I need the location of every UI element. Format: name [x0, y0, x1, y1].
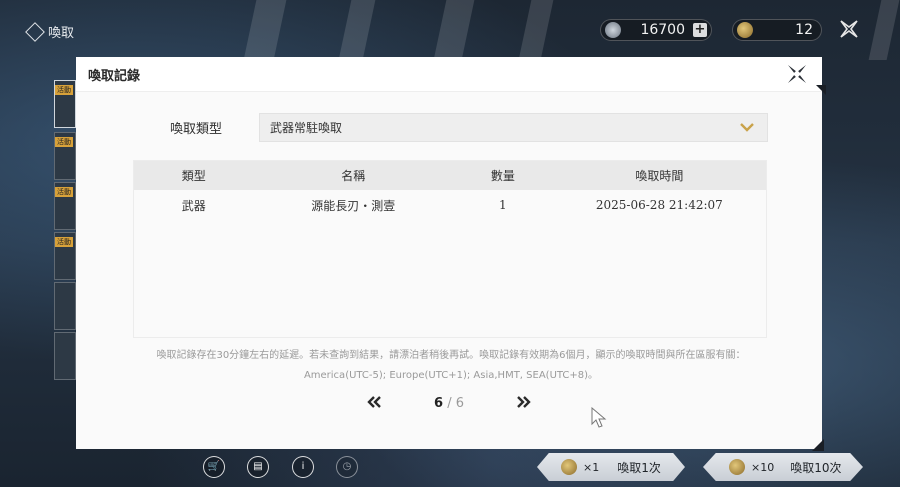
- notice-line-1: 喚取記錄存在30分鐘左右的延遲。若未查詢到結果，請漂泊者稍後再試。喚取記錄有效期…: [156, 350, 746, 361]
- rail-tag: 活動: [55, 85, 73, 95]
- currency-2-value: 12: [795, 22, 813, 38]
- coin-icon: [729, 459, 745, 475]
- rail-item[interactable]: [54, 332, 76, 380]
- page-title: 喚取: [25, 21, 75, 42]
- bg-stripe: [338, 0, 376, 60]
- page-indicator: 6 / 6: [434, 396, 464, 411]
- coin-currency-icon: [737, 22, 753, 38]
- page-separator: /: [447, 396, 452, 411]
- header-type: 類型: [181, 169, 206, 183]
- table-row: 武器 源能長刃・測壹 1 2025-06-28 21:42:07: [134, 190, 766, 220]
- coin-icon: [561, 459, 577, 475]
- modal-corner-decoration: [816, 85, 826, 95]
- pagination: 6 / 6: [76, 393, 822, 414]
- header-name: 名稱: [341, 169, 366, 183]
- modal-close-icon[interactable]: [786, 63, 808, 85]
- rail-tag: 活動: [55, 237, 73, 247]
- current-page: 6: [434, 396, 444, 411]
- close-icon[interactable]: [838, 18, 860, 46]
- cell-name: 源能長刃・測壹: [311, 198, 396, 213]
- pull-1-button[interactable]: ×1 喚取1次: [537, 453, 685, 481]
- pull-type-label: 喚取類型: [170, 122, 223, 137]
- currency-counter-1: 16700 +: [600, 19, 712, 41]
- modal-title: 喚取記錄: [88, 68, 141, 84]
- header-quantity: 數量: [490, 169, 515, 183]
- bg-stripe: [243, 0, 287, 60]
- currency-counter-2: 12: [732, 19, 822, 41]
- double-chevron-right-icon: [517, 396, 531, 408]
- pull-10-label: 喚取10次: [790, 460, 842, 475]
- modal-header: 喚取記錄: [76, 57, 822, 92]
- star-currency-icon: [605, 22, 621, 38]
- currency-1-value: 16700: [640, 22, 685, 38]
- rail-item[interactable]: 活動: [54, 232, 76, 280]
- rail-tag: 活動: [55, 137, 73, 147]
- history-table: 類型 名稱 數量 喚取時間 武器 源能長刃・測壹 1 2025-06-28 21…: [133, 160, 767, 338]
- prev-page-button[interactable]: [366, 393, 382, 414]
- pull-10-cost: ×10: [751, 460, 775, 474]
- pull-1-label: 喚取1次: [617, 460, 661, 475]
- history-icon[interactable]: ◷: [336, 456, 358, 478]
- rail-item[interactable]: 活動: [54, 182, 76, 230]
- shop-icon[interactable]: 🛒: [203, 456, 225, 478]
- total-pages: 6: [455, 396, 464, 411]
- page-title-text: 喚取: [48, 26, 75, 41]
- bg-stripe: [433, 0, 475, 60]
- record-icon[interactable]: ▤: [247, 456, 269, 478]
- mouse-cursor-icon: [591, 406, 607, 429]
- table-header: 類型 名稱 數量 喚取時間: [134, 161, 766, 190]
- cell-time: 2025-06-28 21:42:07: [595, 198, 723, 212]
- bg-stripe: [868, 0, 900, 60]
- header-time: 喚取時間: [635, 169, 684, 183]
- pull-type-value: 武器常駐喚取: [270, 121, 343, 135]
- bg-stripe: [518, 0, 554, 60]
- next-page-button[interactable]: [516, 393, 532, 414]
- info-icon[interactable]: i: [292, 456, 314, 478]
- rail-item[interactable]: 活動: [54, 80, 76, 128]
- diamond-icon: [25, 21, 45, 42]
- rail-tag: 活動: [55, 187, 73, 197]
- add-currency-button[interactable]: +: [693, 23, 707, 37]
- rail-item[interactable]: [54, 282, 76, 330]
- pull-1-cost: ×1: [583, 460, 600, 474]
- cell-type: 武器: [181, 198, 206, 213]
- pull-10-button[interactable]: ×10 喚取10次: [703, 453, 863, 481]
- rail-item[interactable]: 活動: [54, 132, 76, 180]
- double-chevron-left-icon: [367, 396, 381, 408]
- cell-quantity: 1: [499, 198, 507, 212]
- delay-notice: 喚取記錄存在30分鐘左右的延遲。若未查詢到結果，請漂泊者稍後再試。喚取記錄有效期…: [116, 346, 786, 386]
- modal-corner-decoration: [812, 439, 824, 451]
- chevron-down-icon: [739, 120, 755, 134]
- pull-history-modal: 喚取記錄 喚取類型 武器常駐喚取 類型 名稱 數量 喚取時間 武器 源能長刃・測…: [76, 57, 826, 451]
- notice-line-2: America(UTC-5); Europe(UTC+1); Asia,HMT,…: [303, 370, 599, 381]
- pull-type-dropdown[interactable]: 武器常駐喚取: [259, 113, 768, 142]
